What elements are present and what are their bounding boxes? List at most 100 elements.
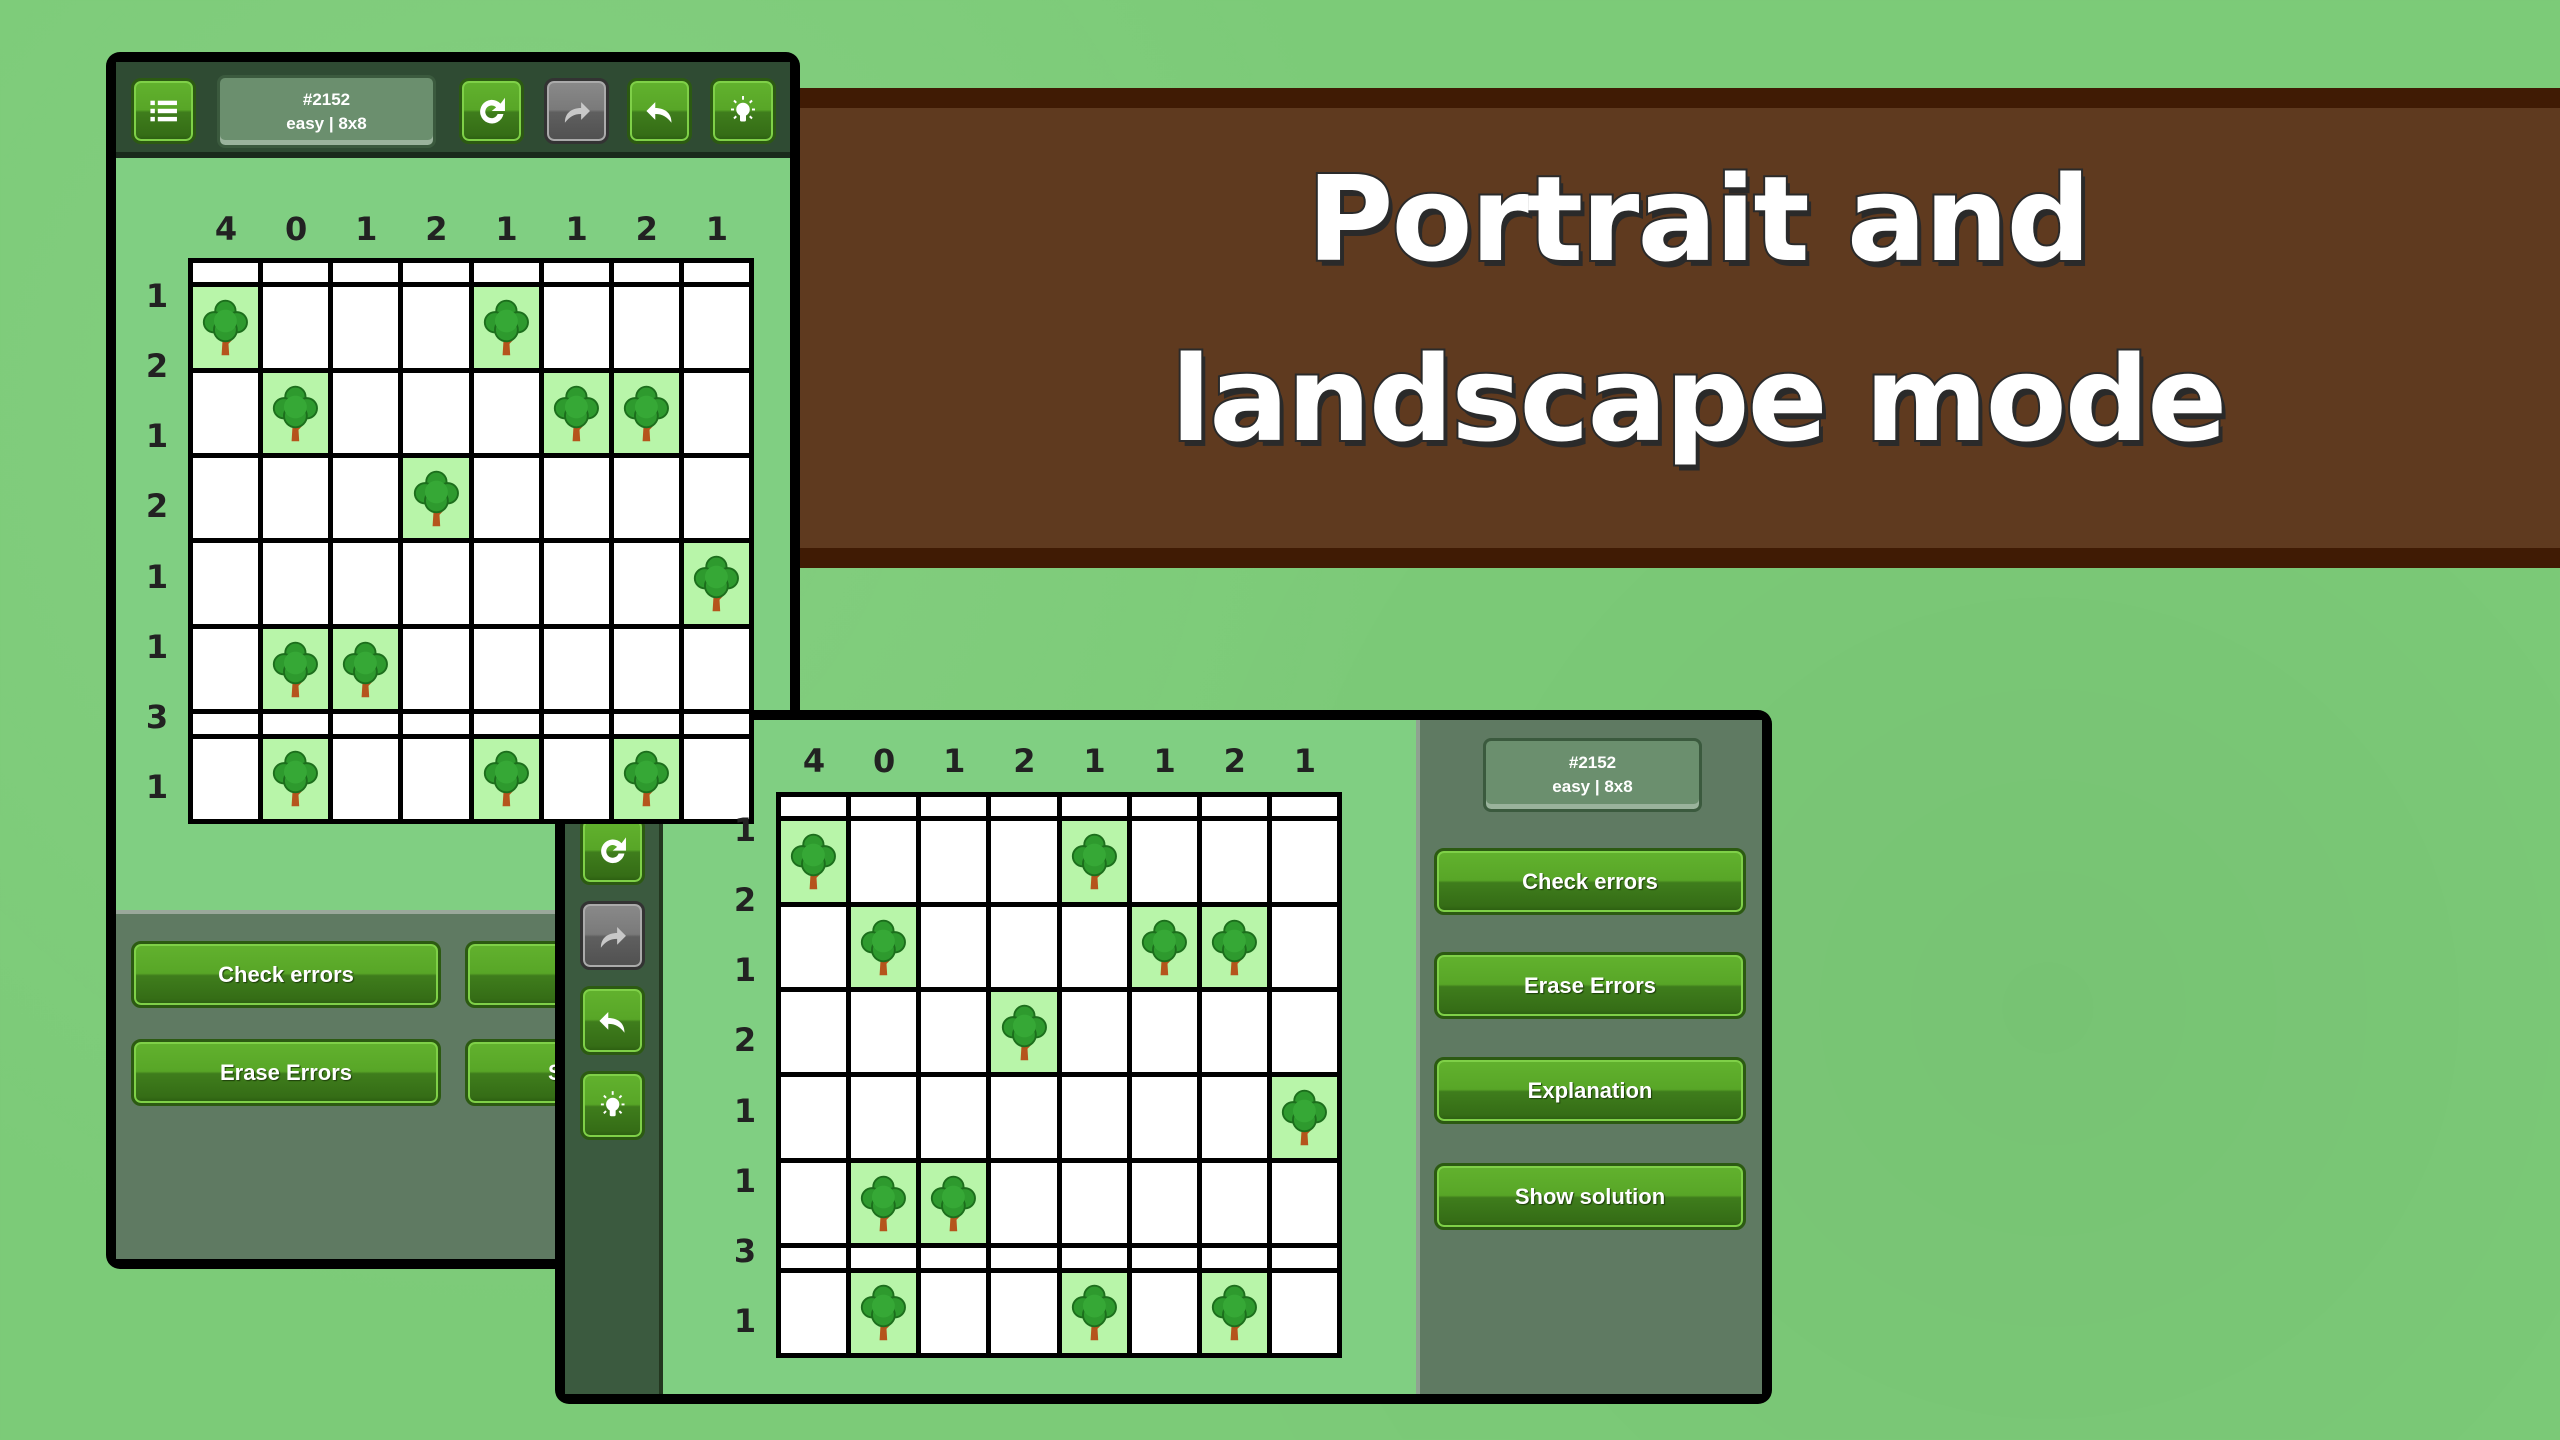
empty-cell[interactable] <box>781 1248 847 1268</box>
empty-cell[interactable] <box>333 714 399 734</box>
empty-cell[interactable] <box>473 543 539 624</box>
empty-cell[interactable] <box>1271 1272 1337 1353</box>
empty-cell[interactable] <box>1201 1162 1267 1244</box>
empty-cell[interactable] <box>1201 1077 1267 1158</box>
empty-cell[interactable] <box>1131 1077 1197 1158</box>
empty-cell[interactable] <box>263 543 329 624</box>
tree-cell[interactable] <box>851 1162 917 1244</box>
empty-cell[interactable] <box>543 458 609 539</box>
empty-cell[interactable] <box>473 458 539 539</box>
empty-cell[interactable] <box>193 714 259 734</box>
empty-cell[interactable] <box>781 1162 847 1244</box>
empty-cell[interactable] <box>403 287 469 368</box>
empty-cell[interactable] <box>473 628 539 710</box>
empty-cell[interactable] <box>1271 797 1337 817</box>
empty-cell[interactable] <box>333 543 399 624</box>
empty-cell[interactable] <box>921 906 987 988</box>
empty-cell[interactable] <box>991 821 1057 902</box>
empty-cell[interactable] <box>403 263 469 283</box>
empty-cell[interactable] <box>263 458 329 539</box>
empty-cell[interactable] <box>473 714 539 734</box>
tree-cell[interactable] <box>263 372 329 454</box>
tree-cell[interactable] <box>193 287 259 368</box>
empty-cell[interactable] <box>193 543 259 624</box>
empty-cell[interactable] <box>543 738 609 819</box>
empty-cell[interactable] <box>1061 1077 1127 1158</box>
hint-button[interactable] <box>710 78 776 144</box>
empty-cell[interactable] <box>991 1077 1057 1158</box>
empty-cell[interactable] <box>613 458 679 539</box>
empty-cell[interactable] <box>1061 1248 1127 1268</box>
empty-cell[interactable] <box>1061 1162 1127 1244</box>
empty-cell[interactable] <box>333 263 399 283</box>
empty-cell[interactable] <box>1061 906 1127 988</box>
refresh-button[interactable] <box>580 817 645 885</box>
empty-cell[interactable] <box>193 372 259 454</box>
empty-cell[interactable] <box>1131 992 1197 1073</box>
empty-cell[interactable] <box>403 714 469 734</box>
empty-cell[interactable] <box>1201 821 1267 902</box>
refresh-button[interactable] <box>459 78 524 144</box>
empty-cell[interactable] <box>781 1272 847 1353</box>
tree-cell[interactable] <box>473 287 539 368</box>
tree-cell[interactable] <box>1201 906 1267 988</box>
empty-cell[interactable] <box>1131 821 1197 902</box>
empty-cell[interactable] <box>683 287 749 368</box>
empty-cell[interactable] <box>613 628 679 710</box>
empty-cell[interactable] <box>333 372 399 454</box>
tree-cell[interactable] <box>613 738 679 819</box>
empty-cell[interactable] <box>781 906 847 988</box>
empty-cell[interactable] <box>193 263 259 283</box>
empty-cell[interactable] <box>991 1162 1057 1244</box>
empty-cell[interactable] <box>613 263 679 283</box>
empty-cell[interactable] <box>1271 1248 1337 1268</box>
empty-cell[interactable] <box>333 738 399 819</box>
empty-cell[interactable] <box>1201 797 1267 817</box>
show-solution-button[interactable]: Show solution <box>1434 1163 1746 1230</box>
tree-cell[interactable] <box>921 1162 987 1244</box>
empty-cell[interactable] <box>403 628 469 710</box>
empty-cell[interactable] <box>613 543 679 624</box>
empty-cell[interactable] <box>403 543 469 624</box>
empty-cell[interactable] <box>403 372 469 454</box>
empty-cell[interactable] <box>1061 797 1127 817</box>
empty-cell[interactable] <box>1201 1248 1267 1268</box>
undo-button[interactable] <box>580 986 645 1055</box>
empty-cell[interactable] <box>991 906 1057 988</box>
portrait-erase-errors-button[interactable]: Erase Errors <box>131 1039 441 1106</box>
empty-cell[interactable] <box>193 738 259 819</box>
tree-cell[interactable] <box>1271 1077 1337 1158</box>
explanation-button[interactable]: Explanation <box>1434 1057 1746 1124</box>
empty-cell[interactable] <box>1131 1162 1197 1244</box>
empty-cell[interactable] <box>1271 821 1337 902</box>
tree-cell[interactable] <box>1131 906 1197 988</box>
tree-cell[interactable] <box>1061 821 1127 902</box>
empty-cell[interactable] <box>473 372 539 454</box>
empty-cell[interactable] <box>1131 797 1197 817</box>
empty-cell[interactable] <box>1131 1248 1197 1268</box>
tree-cell[interactable] <box>473 738 539 819</box>
empty-cell[interactable] <box>543 263 609 283</box>
empty-cell[interactable] <box>921 992 987 1073</box>
empty-cell[interactable] <box>851 992 917 1073</box>
empty-cell[interactable] <box>543 714 609 734</box>
empty-cell[interactable] <box>851 821 917 902</box>
empty-cell[interactable] <box>683 738 749 819</box>
hint-button[interactable] <box>580 1071 645 1140</box>
empty-cell[interactable] <box>403 738 469 819</box>
tree-cell[interactable] <box>851 906 917 988</box>
empty-cell[interactable] <box>543 287 609 368</box>
empty-cell[interactable] <box>683 263 749 283</box>
empty-cell[interactable] <box>851 1248 917 1268</box>
empty-cell[interactable] <box>263 714 329 734</box>
check-errors-button[interactable]: Check errors <box>1434 848 1746 915</box>
empty-cell[interactable] <box>991 1248 1057 1268</box>
empty-cell[interactable] <box>921 1248 987 1268</box>
empty-cell[interactable] <box>1131 1272 1197 1353</box>
empty-cell[interactable] <box>333 458 399 539</box>
empty-cell[interactable] <box>1271 1162 1337 1244</box>
empty-cell[interactable] <box>921 821 987 902</box>
empty-cell[interactable] <box>263 263 329 283</box>
tree-cell[interactable] <box>1201 1272 1267 1353</box>
undo-button[interactable] <box>627 78 692 144</box>
